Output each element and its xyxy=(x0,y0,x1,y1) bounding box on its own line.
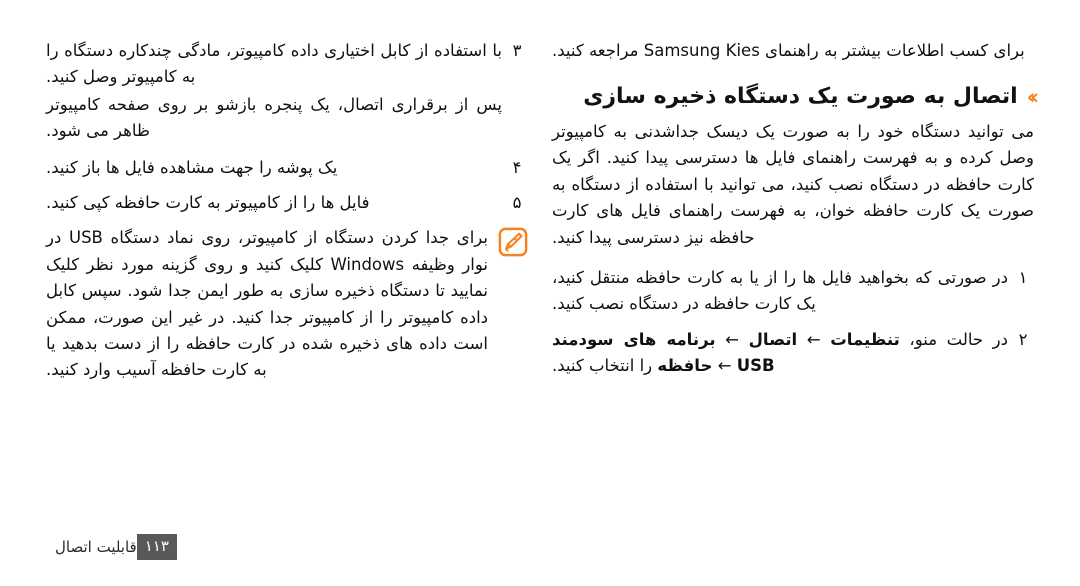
menu-item-storage: حافظه xyxy=(657,356,713,376)
menu-path-suffix: را انتخاب کنید. xyxy=(552,356,658,376)
step-number: ۳ xyxy=(512,41,522,60)
step-text: یک پوشه را جهت مشاهده فایل ها باز کنید. xyxy=(46,157,338,177)
section-body-paragraph: می توانید دستگاه خود را به صورت یک دیسک … xyxy=(552,122,1034,247)
note-bold-windows: Windows xyxy=(330,254,405,274)
note-text: برای جدا کردن دستگاه از کامپیوتر، روی نم… xyxy=(46,225,488,383)
step-body: در حالت منو، تنظیمات ← اتصال ← برنامه ها… xyxy=(552,327,1012,380)
two-column-body: برای کسب اطلاعات بیشتر به راهنمای Samsun… xyxy=(46,38,1040,458)
note-pencil-icon xyxy=(498,228,528,257)
step-number: ۴ xyxy=(512,157,522,177)
right-steps-list: ۱ در صورتی که بخواهید فایل ها را از یا ب… xyxy=(552,265,1034,380)
step-number: ۱ xyxy=(1018,268,1028,288)
step-number: ۵ xyxy=(512,192,522,212)
menu-arrow: ← xyxy=(715,329,749,349)
step-text: فایل ها را از کامپیوتر به کارت حافظه کپی… xyxy=(46,192,370,212)
step-item: ۵ فایل ها را از کامپیوتر به کارت حافظه ک… xyxy=(46,190,528,216)
page-number-badge: ۱۱۳ xyxy=(136,534,177,560)
step-item: ۱ در صورتی که بخواهید فایل ها را از یا ب… xyxy=(552,265,1034,318)
menu-path-prefix: در حالت منو، xyxy=(899,329,1008,349)
step-text: با استفاده از کابل اختیاری داده کامپیوتر… xyxy=(46,41,502,87)
step-item: ۴ یک پوشه را جهت مشاهده فایل ها باز کنید… xyxy=(46,155,528,181)
section-heading: ›› اتصال به صورت یک دستگاه ذخیره سازی xyxy=(552,82,1040,112)
left-column: ۳ با استفاده از کابل اختیاری داده کامپیو… xyxy=(46,38,528,458)
menu-item-connectivity: اتصال xyxy=(748,329,798,349)
intro-paragraph: برای کسب اطلاعات بیشتر به راهنمای Samsun… xyxy=(552,41,1025,60)
step-item: ۳ با استفاده از کابل اختیاری داده کامپیو… xyxy=(46,38,528,145)
step-sub-text: پس از برقراری اتصال، یک پنجره بازشو بر ر… xyxy=(46,94,502,141)
step-text-menu-path: در حالت منو، تنظیمات ← اتصال ← برنامه ها… xyxy=(552,327,1008,380)
step-body: با استفاده از کابل اختیاری داده کامپیوتر… xyxy=(46,38,506,145)
page-footer: قابلیت اتصال ۱۱۳ xyxy=(46,534,177,560)
step-body: فایل ها را از کامپیوتر به کارت حافظه کپی… xyxy=(46,190,506,216)
step-number: ۲ xyxy=(1018,329,1028,349)
menu-arrow: ← xyxy=(797,329,831,349)
note-body: برای جدا کردن دستگاه از کامپیوتر، روی نم… xyxy=(46,225,490,383)
menu-item-settings: تنظیمات xyxy=(830,329,900,349)
note-icon-container xyxy=(490,225,528,383)
menu-arrow: ← xyxy=(712,356,737,376)
note-text-part-1: برای جدا کردن دستگاه از کامپیوتر، روی نم… xyxy=(102,228,489,248)
chevron-left-double-icon: ›› xyxy=(1026,85,1040,110)
step-item: ۲ در حالت منو، تنظیمات ← اتصال ← برنامه … xyxy=(552,327,1034,380)
manual-page: برای کسب اطلاعات بیشتر به راهنمای Samsun… xyxy=(0,0,1080,586)
left-steps-list: ۳ با استفاده از کابل اختیاری داده کامپیو… xyxy=(46,38,528,216)
step-body: یک پوشه را جهت مشاهده فایل ها باز کنید. xyxy=(46,155,506,181)
note-callout: برای جدا کردن دستگاه از کامپیوتر، روی نم… xyxy=(46,225,528,383)
step-body: در صورتی که بخواهید فایل ها را از یا به … xyxy=(552,265,1012,318)
footer-section-title: قابلیت اتصال xyxy=(55,537,137,556)
right-column: برای کسب اطلاعات بیشتر به راهنمای Samsun… xyxy=(552,38,1040,458)
section-heading-title: اتصال به صورت یک دستگاه ذخیره سازی xyxy=(583,84,1018,110)
note-bold-usb: USB xyxy=(69,228,103,248)
step-text: در صورتی که بخواهید فایل ها را از یا به … xyxy=(552,268,1008,314)
